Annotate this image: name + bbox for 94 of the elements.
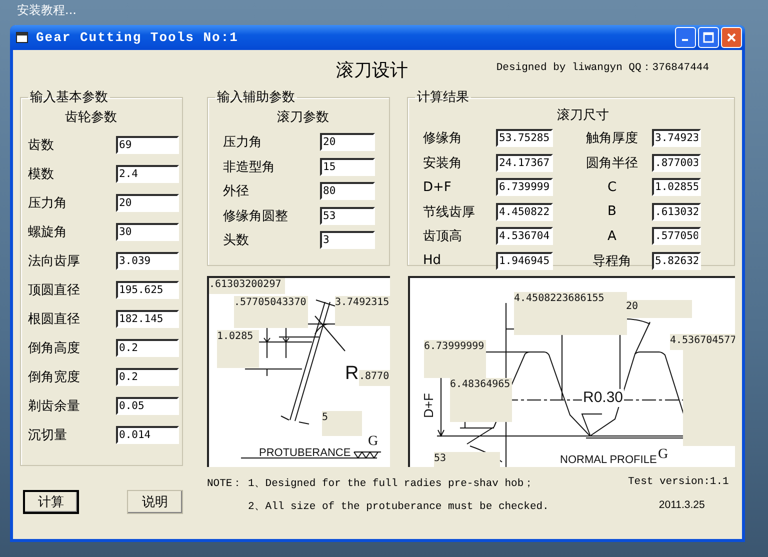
form-heading: 滚刀设计 <box>336 59 408 82</box>
desktop-icon-label: 安装教程... <box>17 2 76 19</box>
input-field[interactable]: 30 <box>116 222 179 240</box>
credit-text: Designed by liwangyn QQ：376847444 <box>496 61 709 74</box>
input-field[interactable]: 182.145 <box>116 310 179 328</box>
output-field[interactable]: .613032 <box>652 202 701 221</box>
input-field[interactable]: 0.014 <box>116 426 179 444</box>
field-label: C <box>606 180 618 195</box>
output-field[interactable]: 1.02855 <box>652 178 701 196</box>
close-icon <box>726 32 737 43</box>
field-label: 压力角 <box>222 134 263 152</box>
minimize-button[interactable] <box>675 27 696 48</box>
date-text: 2011.3.25 <box>658 499 705 513</box>
field-label: 非造型角 <box>222 158 276 176</box>
dimension-label: D+F <box>422 393 436 418</box>
input-field[interactable]: 0.05 <box>116 396 179 414</box>
dimension-label: 4.4508223686155 <box>514 292 627 335</box>
field-label: 根圆直径 <box>28 310 81 328</box>
field-label: 顶圆直径 <box>28 282 81 298</box>
dimension-label: .8770 <box>359 370 390 386</box>
window-title: Gear Cutting Tools No:1 <box>36 30 240 45</box>
field-label: 螺旋角 <box>28 224 68 240</box>
dimension-label: R0.30 <box>582 389 624 407</box>
field-label: 触角厚度 <box>585 130 639 148</box>
field-label: 模数 <box>28 166 55 182</box>
field-label: 外径 <box>222 183 250 200</box>
close-button[interactable] <box>721 27 742 48</box>
field-label: 修缘角圆整 <box>222 208 289 225</box>
output-field[interactable]: 24.17367 <box>496 154 553 172</box>
note-text: 2、All size of the protuberance must be checked. <box>248 500 550 513</box>
field-label: D+F <box>422 180 452 195</box>
group-subheading: 滚刀参数 <box>276 109 330 127</box>
dimension-label: 1.0285 <box>217 330 259 368</box>
input-field[interactable]: 69 <box>116 136 179 154</box>
field-label: 倒角宽度 <box>28 368 81 386</box>
group-legend: 输入辅助参数 <box>215 88 297 106</box>
input-field[interactable]: 0.2 <box>116 368 179 386</box>
field-label: 齿数 <box>28 136 55 154</box>
version-text: Test version:1.1 <box>628 476 729 490</box>
input-field[interactable]: 53 <box>320 206 375 225</box>
input-field[interactable]: 195.625 <box>116 280 179 298</box>
maximize-button[interactable] <box>698 27 719 48</box>
input-field[interactable]: 15 <box>320 158 375 176</box>
field-label: 法向齿厚 <box>28 252 81 270</box>
dimension-label: PROTUBERANCE <box>259 446 351 460</box>
output-field[interactable]: 6.739999 <box>496 178 553 196</box>
dimension-label: G <box>368 435 378 449</box>
dimension-label: 20 <box>626 300 692 318</box>
input-field[interactable]: 80 <box>320 182 375 200</box>
dimension-label: .61303200297 <box>209 278 285 294</box>
output-field[interactable]: 4.536704 <box>496 227 553 246</box>
push-button[interactable]: 计算 <box>23 490 79 514</box>
input-field[interactable]: 20 <box>116 194 179 212</box>
dimension-label: R <box>345 364 359 384</box>
field-label: 安装角 <box>422 154 463 172</box>
note-prefix: NOTE： <box>207 477 244 490</box>
field-label: 导程角 <box>592 252 632 270</box>
dimension-label: 6.73999999 <box>424 340 486 378</box>
input-field[interactable]: 3.039 <box>116 252 179 270</box>
field-label: 齿顶高 <box>422 228 463 246</box>
field-label: 节线齿厚 <box>422 204 476 221</box>
note-text: 1、Designed for the full radies pre-shav hob； <box>248 477 536 490</box>
maximize-icon <box>703 32 714 43</box>
dimension-label: 5 <box>322 411 362 436</box>
dimension-label: 3.7492315 <box>335 296 390 326</box>
dimension-label: 6.48364965 <box>450 378 512 422</box>
window-icon <box>16 32 28 43</box>
field-label: A <box>606 228 618 244</box>
field-label: Hd <box>422 253 442 268</box>
field-label: 修缘角 <box>422 130 463 148</box>
group-legend: 输入基本参数 <box>28 88 110 106</box>
input-field[interactable]: 20 <box>320 133 375 152</box>
input-field[interactable]: 2.4 <box>116 164 179 182</box>
input-field[interactable]: 0.2 <box>116 338 179 356</box>
field-label: 沉切量 <box>28 426 68 444</box>
field-label: B <box>606 204 618 220</box>
field-label: 剃齿余量 <box>28 398 81 414</box>
input-field[interactable]: 3 <box>320 231 375 250</box>
output-field[interactable]: 53.75285 <box>496 129 553 148</box>
dimension-label: 53 <box>434 452 500 467</box>
group-subheading: 齿轮参数 <box>64 109 118 127</box>
push-button[interactable]: 说明 <box>127 490 183 514</box>
field-label: 倒角高度 <box>28 340 81 356</box>
dimension-label: NORMAL PROFILE <box>560 453 657 467</box>
output-field[interactable]: 5.82632 <box>652 252 701 270</box>
field-label: 头数 <box>222 232 250 250</box>
dimension-label: G <box>658 448 668 462</box>
group-subheading: 滚刀尺寸 <box>556 107 610 125</box>
field-label: 压力角 <box>28 194 68 212</box>
group-legend: 计算结果 <box>415 88 471 106</box>
output-field[interactable]: 4.450822 <box>496 202 553 221</box>
field-label: 圆角半径 <box>585 154 639 172</box>
output-field[interactable]: 1.946945 <box>496 252 553 270</box>
dimension-label: .57705043370 <box>234 296 308 328</box>
